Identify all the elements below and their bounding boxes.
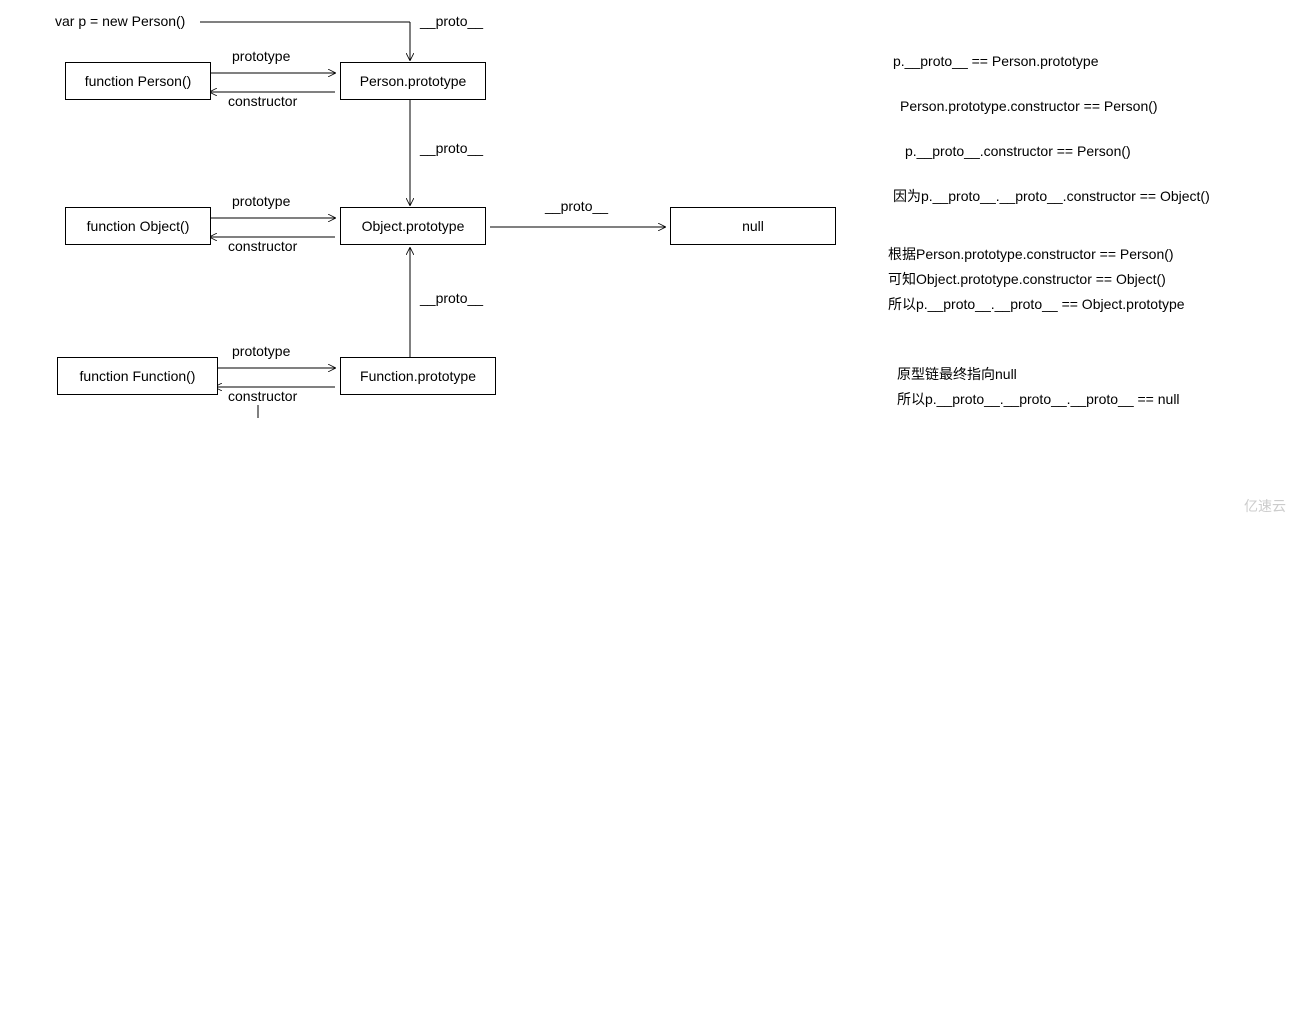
edge-label-proto: __proto__ [545, 198, 608, 214]
edge-label-proto: __proto__ [420, 290, 483, 306]
note-line-1: p.__proto__ == Person.prototype [893, 50, 1098, 72]
box-function-person: function Person() [65, 62, 211, 100]
note-line-5: 根据Person.prototype.constructor == Person… [888, 243, 1174, 265]
watermark: 亿速云 [1240, 496, 1286, 516]
edge-label-constructor: constructor [228, 238, 297, 254]
edge-label-constructor: constructor [228, 388, 297, 404]
box-label: Function.prototype [360, 368, 476, 384]
edge-label-prototype: prototype [232, 48, 290, 64]
note-line-8: 原型链最终指向null [897, 363, 1017, 385]
edge-label-prototype: prototype [232, 193, 290, 209]
box-label: Object.prototype [362, 218, 465, 234]
edge-label-prototype: prototype [232, 343, 290, 359]
note-line-4: 因为p.__proto__.__proto__.constructor == O… [893, 185, 1210, 207]
var-declaration: var p = new Person() [55, 13, 185, 29]
box-person-prototype: Person.prototype [340, 62, 486, 100]
box-function-object: function Object() [65, 207, 211, 245]
box-label: function Function() [80, 368, 196, 384]
note-line-3: p.__proto__.constructor == Person() [905, 140, 1131, 162]
proto-label-top: __proto__ [420, 13, 483, 29]
box-label: Person.prototype [360, 73, 467, 89]
box-label: function Person() [85, 73, 192, 89]
note-line-6: 可知Object.prototype.constructor == Object… [888, 268, 1166, 290]
box-function-function: function Function() [57, 357, 218, 395]
box-label: function Object() [87, 218, 190, 234]
edge-label-constructor: constructor [228, 93, 297, 109]
box-function-prototype: Function.prototype [340, 357, 496, 395]
edge-label-proto: __proto__ [420, 140, 483, 156]
watermark-text: 亿速云 [1244, 496, 1286, 516]
box-label: null [742, 218, 764, 234]
box-object-prototype: Object.prototype [340, 207, 486, 245]
note-line-2: Person.prototype.constructor == Person() [900, 95, 1158, 117]
note-line-9: 所以p.__proto__.__proto__.__proto__ == nul… [897, 388, 1180, 410]
box-null: null [670, 207, 836, 245]
note-line-7: 所以p.__proto__.__proto__ == Object.protot… [888, 293, 1185, 315]
